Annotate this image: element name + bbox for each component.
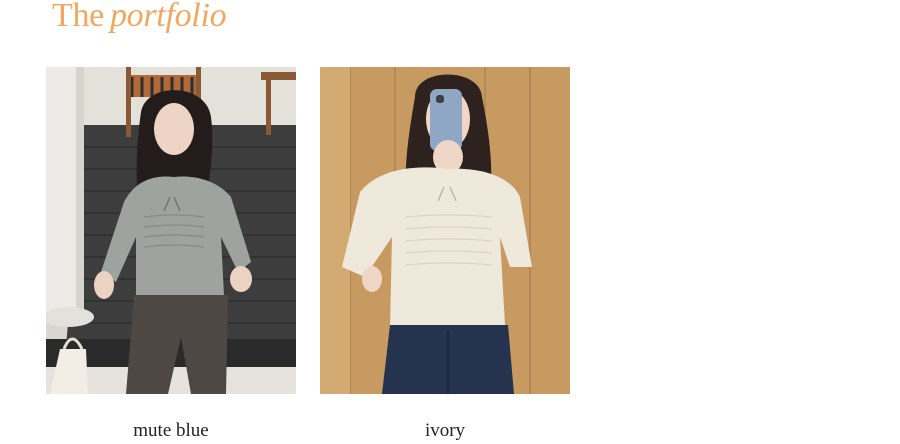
- page-title: The portfolio: [52, 0, 227, 38]
- color-caption-mute-blue: mute blue: [133, 420, 209, 441]
- product-photo-ivory[interactable]: [320, 67, 570, 394]
- title-word: portfolio: [109, 0, 227, 34]
- product-photo-mute-blue[interactable]: [46, 67, 296, 394]
- photo-model-blouse-ivory-icon: [320, 67, 570, 394]
- photo-model-blouse-grey-icon: [46, 67, 296, 394]
- color-caption-ivory: ivory: [424, 420, 466, 441]
- title-prefix: The: [52, 0, 104, 34]
